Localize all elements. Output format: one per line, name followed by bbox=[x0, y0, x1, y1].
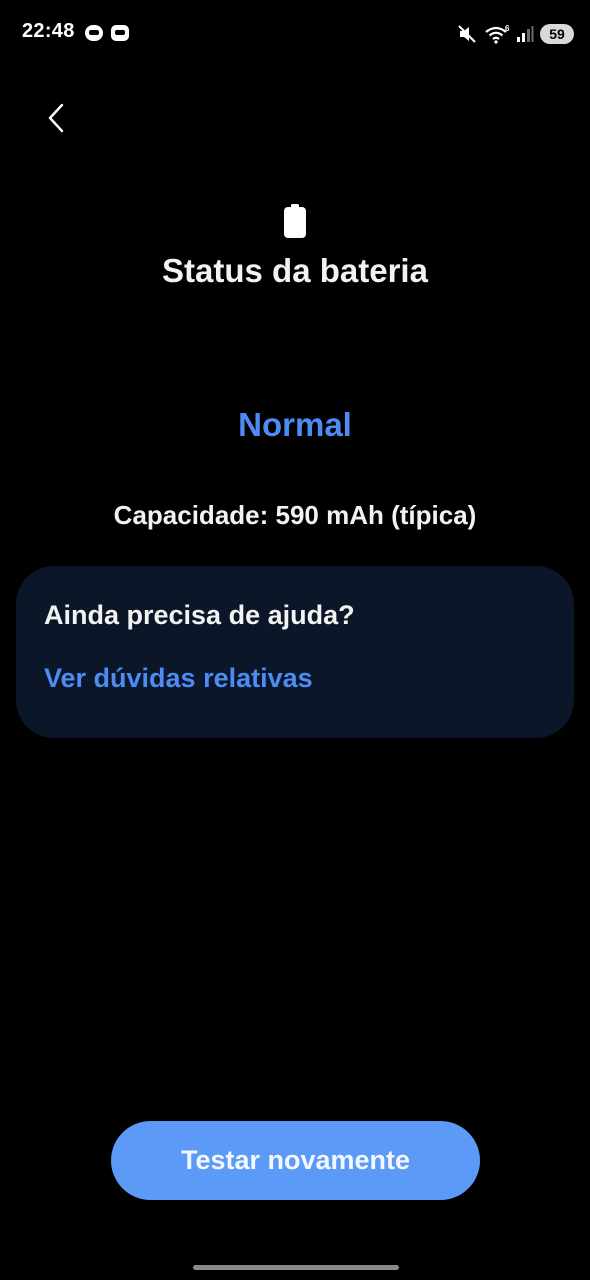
signal-icon bbox=[516, 25, 534, 43]
mute-icon bbox=[456, 24, 478, 44]
back-button[interactable] bbox=[34, 96, 78, 144]
help-card: Ainda precisa de ajuda? Ver dúvidas rela… bbox=[16, 566, 574, 738]
svg-text:6: 6 bbox=[505, 24, 510, 33]
battery-level-badge: 59 bbox=[540, 24, 574, 44]
retest-button[interactable]: Testar novamente bbox=[111, 1121, 480, 1200]
wifi-6-icon: 6 bbox=[484, 24, 510, 44]
navigation-handle[interactable] bbox=[193, 1265, 399, 1270]
status-time: 22:48 bbox=[22, 20, 75, 42]
page-title: Status da bateria bbox=[162, 252, 428, 289]
help-card-title: Ainda precisa de ajuda? bbox=[44, 600, 355, 630]
chevron-left-icon bbox=[46, 102, 66, 139]
battery-capacity: Capacidade: 590 mAh (típica) bbox=[113, 500, 477, 530]
battery-icon bbox=[284, 204, 306, 238]
system-icons: 6 59 bbox=[456, 22, 574, 46]
notification-app-icon bbox=[85, 25, 103, 41]
notification-card-icon bbox=[111, 25, 129, 41]
battery-status-value: Normal bbox=[238, 406, 352, 443]
status-bar: 22:48 6 59 bbox=[0, 0, 590, 68]
related-faq-link[interactable]: Ver dúvidas relativas bbox=[44, 663, 313, 694]
